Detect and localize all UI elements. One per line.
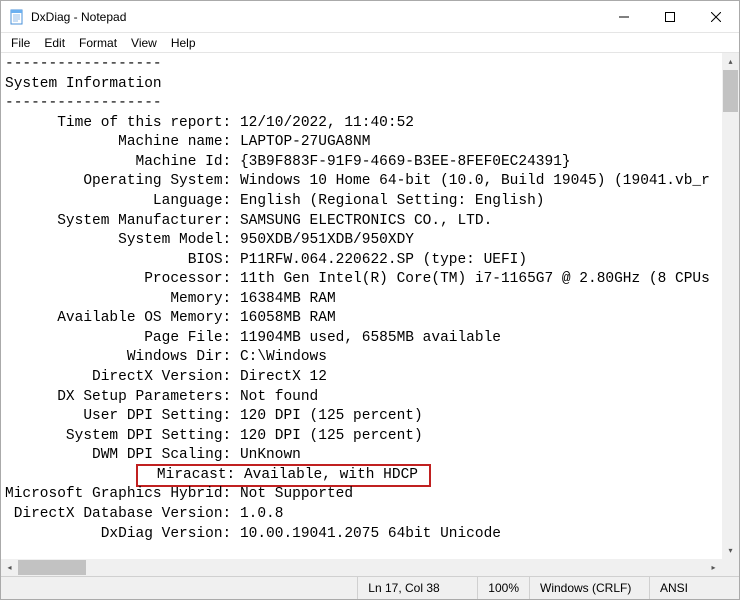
- text-line: DX Setup Parameters: Not found: [5, 388, 718, 408]
- text-line: Miracast: Available, with HDCP: [5, 466, 718, 486]
- text-line: Page File: 11904MB used, 6585MB availabl…: [5, 329, 718, 349]
- horizontal-scroll-track[interactable]: [18, 559, 705, 576]
- text-line: DxDiag Version: 10.00.19041.2075 64bit U…: [5, 525, 718, 545]
- text-line: System DPI Setting: 120 DPI (125 percent…: [5, 427, 718, 447]
- scroll-right-arrow[interactable]: ▸: [705, 559, 722, 576]
- horizontal-scroll-thumb[interactable]: [18, 560, 86, 575]
- menu-edit[interactable]: Edit: [38, 34, 71, 52]
- status-zoom: 100%: [477, 577, 529, 599]
- text-line: Operating System: Windows 10 Home 64-bit…: [5, 172, 718, 192]
- window-title: DxDiag - Notepad: [31, 10, 601, 24]
- close-button[interactable]: [693, 1, 739, 33]
- minimize-button[interactable]: [601, 1, 647, 33]
- text-line: Time of this report: 12/10/2022, 11:40:5…: [5, 114, 718, 134]
- text-line: Machine Id: {3B9F883F-91F9-4669-B3EE-8FE…: [5, 153, 718, 173]
- miracast-highlight: Miracast: Available, with HDCP: [136, 464, 431, 488]
- text-line: Language: English (Regional Setting: Eng…: [5, 192, 718, 212]
- title-bar: DxDiag - Notepad: [1, 1, 739, 33]
- menu-format[interactable]: Format: [73, 34, 123, 52]
- notepad-icon: [9, 9, 25, 25]
- text-line: Processor: 11th Gen Intel(R) Core(TM) i7…: [5, 270, 718, 290]
- horizontal-scrollbar[interactable]: ◂ ▸: [1, 559, 739, 576]
- menu-bar: File Edit Format View Help: [1, 33, 739, 53]
- scrollbar-corner: [722, 559, 739, 576]
- text-line: DirectX Database Version: 1.0.8: [5, 505, 718, 525]
- vertical-scroll-thumb[interactable]: [723, 70, 738, 112]
- status-encoding: ANSI: [649, 577, 739, 599]
- status-line-ending: Windows (CRLF): [529, 577, 649, 599]
- maximize-button[interactable]: [647, 1, 693, 33]
- vertical-scrollbar[interactable]: ▴ ▾: [722, 53, 739, 559]
- editor-area: ------------------System Information----…: [1, 53, 739, 559]
- text-line: DirectX Version: DirectX 12: [5, 368, 718, 388]
- text-editor[interactable]: ------------------System Information----…: [1, 53, 722, 559]
- text-line: Machine name: LAPTOP-27UGA8NM: [5, 133, 718, 153]
- menu-file[interactable]: File: [5, 34, 36, 52]
- text-line: System Information: [5, 75, 718, 95]
- menu-view[interactable]: View: [125, 34, 163, 52]
- text-line: System Manufacturer: SAMSUNG ELECTRONICS…: [5, 212, 718, 232]
- status-position: Ln 17, Col 38: [357, 577, 477, 599]
- scroll-up-arrow[interactable]: ▴: [722, 53, 739, 70]
- scroll-down-arrow[interactable]: ▾: [722, 542, 739, 559]
- text-line: User DPI Setting: 120 DPI (125 percent): [5, 407, 718, 427]
- status-bar: Ln 17, Col 38 100% Windows (CRLF) ANSI: [1, 576, 739, 599]
- text-line: ------------------: [5, 94, 718, 114]
- text-line: ------------------: [5, 55, 718, 75]
- text-line: Windows Dir: C:\Windows: [5, 348, 718, 368]
- scroll-left-arrow[interactable]: ◂: [1, 559, 18, 576]
- text-line: Memory: 16384MB RAM: [5, 290, 718, 310]
- window-controls: [601, 1, 739, 32]
- text-line: BIOS: P11RFW.064.220622.SP (type: UEFI): [5, 251, 718, 271]
- text-line: System Model: 950XDB/951XDB/950XDY: [5, 231, 718, 251]
- menu-help[interactable]: Help: [165, 34, 202, 52]
- text-line: Microsoft Graphics Hybrid: Not Supported: [5, 485, 718, 505]
- text-line: Available OS Memory: 16058MB RAM: [5, 309, 718, 329]
